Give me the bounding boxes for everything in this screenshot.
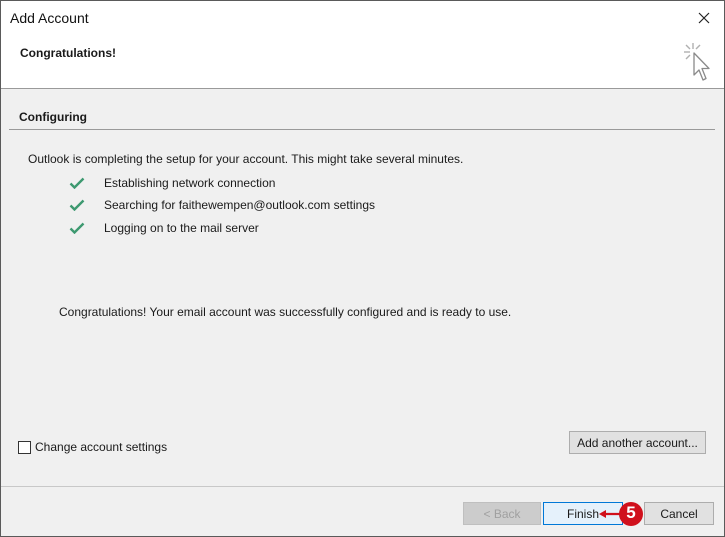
check-icon: [69, 177, 85, 189]
wizard-header: Congratulations!: [1, 35, 724, 89]
step-item: Searching for faithewempen@outlook.com s…: [69, 197, 375, 213]
success-message: Congratulations! Your email account was …: [59, 305, 512, 319]
add-another-account-button[interactable]: Add another account...: [569, 431, 706, 454]
section-divider: [9, 129, 715, 130]
check-icon: [69, 199, 85, 211]
checkbox-box[interactable]: [18, 440, 31, 454]
wizard-cursor-icon: [684, 43, 710, 81]
change-account-settings-label: Change account settings: [35, 440, 168, 454]
window-title: Add Account: [10, 10, 89, 26]
step-label: Logging on to the mail server: [104, 221, 259, 235]
cancel-button[interactable]: Cancel: [644, 502, 714, 525]
step-callout-number: 5: [626, 503, 636, 522]
step-item: Logging on to the mail server: [69, 220, 259, 236]
add-account-dialog: Add Account Congratulations! Configuring…: [0, 0, 725, 537]
step-item: Establishing network connection: [69, 175, 275, 191]
change-account-settings-checkbox[interactable]: Change account settings: [18, 440, 167, 454]
step-label: Establishing network connection: [104, 176, 276, 190]
check-icon: [69, 222, 85, 234]
intro-text: Outlook is completing the setup for your…: [28, 152, 464, 166]
close-button[interactable]: [684, 1, 724, 35]
header-title: Congratulations!: [20, 46, 116, 60]
close-icon: [698, 12, 710, 24]
title-bar: Add Account: [1, 1, 724, 35]
section-title: Configuring: [19, 110, 87, 124]
footer-divider: [1, 486, 724, 487]
back-button[interactable]: < Back: [463, 502, 541, 525]
step-label: Searching for faithewempen@outlook.com s…: [104, 198, 375, 212]
